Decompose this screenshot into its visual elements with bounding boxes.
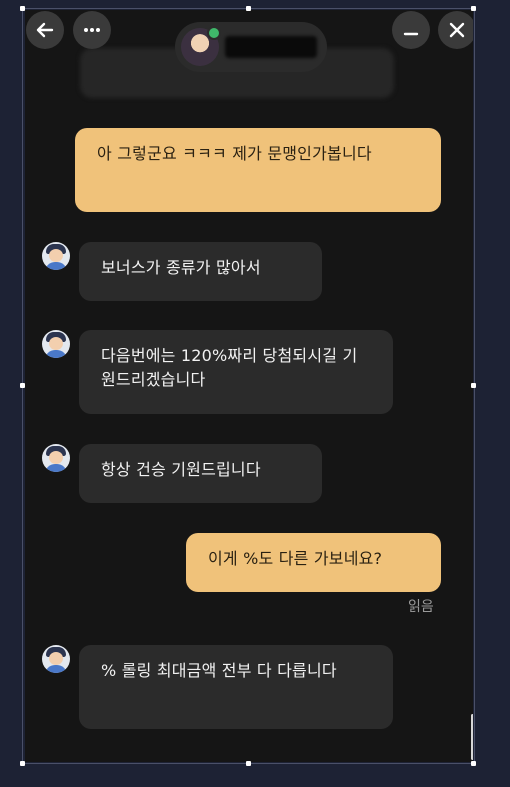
profile-pill[interactable] — [175, 22, 327, 72]
more-button[interactable] — [73, 11, 111, 49]
resize-handle[interactable] — [471, 383, 476, 388]
message-text: 아 그렇군요 ㅋㅋㅋ 제가 문맹인가봅니다 — [97, 144, 372, 163]
message-text: 보너스가 종류가 많아서 — [101, 258, 261, 277]
message-text: 이게 %도 다른 가보네요? — [208, 549, 383, 568]
chat-window: 아 그렇군요 ㅋㅋㅋ 제가 문맹인가봅니다 보너스가 종류가 많아서 다음번에는… — [25, 10, 473, 762]
read-status: 읽음 — [408, 599, 434, 615]
resize-handle[interactable] — [246, 6, 251, 11]
arrow-left-icon — [36, 22, 54, 38]
close-icon — [449, 22, 465, 38]
message-bubble-agent: 항상 건승 기원드립니다 — [79, 444, 322, 503]
message-bubble-agent: % 롤링 최대금액 전부 다 다릅니다 — [79, 645, 393, 729]
resize-handle[interactable] — [20, 6, 25, 11]
message-text: 항상 건승 기원드립니다 — [101, 460, 261, 479]
avatar — [181, 26, 221, 66]
online-status-dot — [207, 26, 221, 40]
agent-avatar — [42, 242, 70, 270]
resize-handle[interactable] — [471, 761, 476, 766]
back-button[interactable] — [26, 11, 64, 49]
agent-avatar — [42, 330, 70, 358]
more-horizontal-icon — [84, 28, 100, 32]
close-button[interactable] — [438, 11, 473, 49]
agent-avatar — [42, 645, 70, 673]
scrollbar[interactable] — [471, 714, 473, 760]
minimize-icon — [403, 32, 419, 36]
minimize-button[interactable] — [392, 11, 430, 49]
resize-handle[interactable] — [471, 6, 476, 11]
message-bubble-mine: 이게 %도 다른 가보네요? — [186, 533, 441, 592]
screenshot-canvas: 아 그렇군요 ㅋㅋㅋ 제가 문맹인가봅니다 보너스가 종류가 많아서 다음번에는… — [0, 0, 510, 787]
message-bubble-agent: 다음번에는 120%짜리 당첨되시길 기원드리겠습니다 — [79, 330, 393, 414]
message-bubble-mine: 아 그렇군요 ㅋㅋㅋ 제가 문맹인가봅니다 — [75, 128, 441, 212]
message-text: % 롤링 최대금액 전부 다 다릅니다 — [101, 661, 337, 680]
redacted-contact-name — [225, 36, 317, 58]
message-bubble-agent: 보너스가 종류가 많아서 — [79, 242, 322, 301]
resize-handle[interactable] — [20, 383, 25, 388]
agent-avatar — [42, 444, 70, 472]
message-text: 다음번에는 120%짜리 당첨되시길 기원드리겠습니다 — [101, 346, 358, 389]
resize-handle[interactable] — [20, 761, 25, 766]
resize-handle[interactable] — [246, 761, 251, 766]
